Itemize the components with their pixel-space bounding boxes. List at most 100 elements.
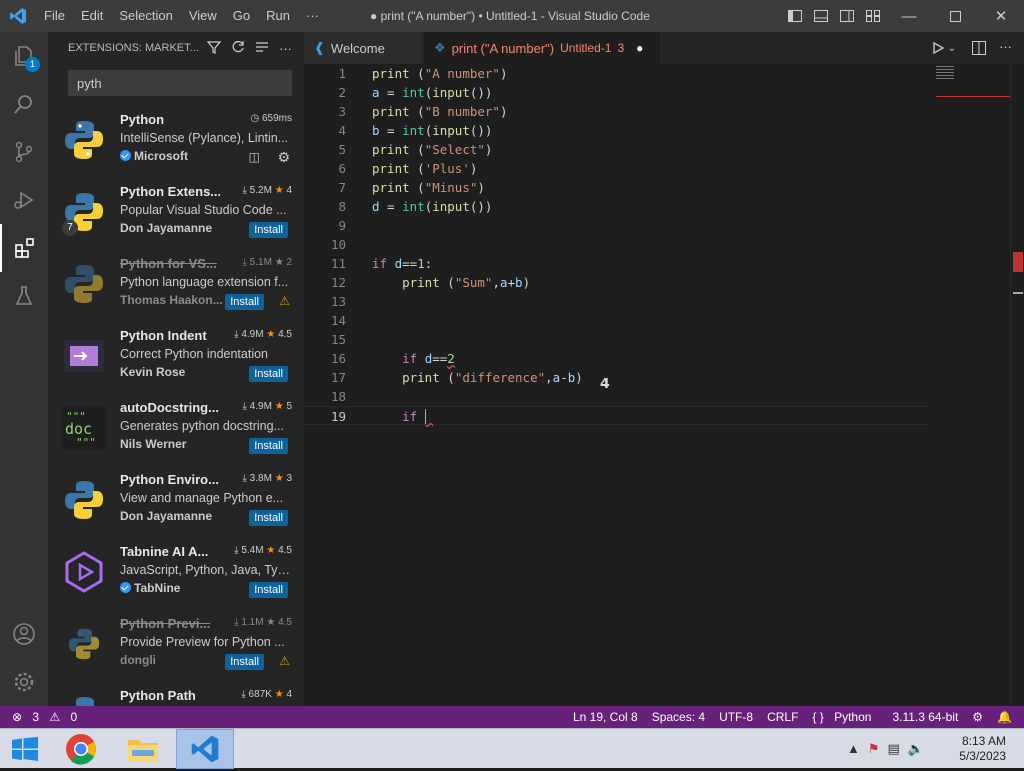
- run-debug-icon[interactable]: [0, 176, 48, 224]
- menu-edit[interactable]: Edit: [73, 0, 111, 32]
- star-icon: ★: [266, 617, 276, 628]
- extension-item-python-for-vscode[interactable]: Python for VS... ⤓ 5.1M ★ 2 Python langu…: [48, 248, 304, 320]
- extensions-icon[interactable]: [0, 224, 48, 272]
- tab-welcome[interactable]: ❰ Welcome: [304, 32, 422, 64]
- minimize-icon[interactable]: —: [886, 0, 932, 32]
- menu-bar: File Edit Selection View Go Run ···: [36, 0, 327, 32]
- line-ending[interactable]: CRLF: [760, 710, 805, 724]
- refresh-icon[interactable]: [231, 40, 245, 57]
- extension-item-python-preview[interactable]: Python Previ... ⤓ 1.1M ★ 4.5 Provide Pre…: [48, 608, 304, 680]
- source-control-icon[interactable]: [0, 128, 48, 176]
- run-python-file-icon[interactable]: ⌄: [932, 32, 956, 64]
- windows-start-icon[interactable]: [12, 737, 38, 766]
- encoding[interactable]: UTF-8: [712, 710, 760, 724]
- clear-results-icon[interactable]: [255, 40, 269, 57]
- split-editor-icon[interactable]: [972, 41, 986, 60]
- maximize-icon[interactable]: [932, 0, 978, 32]
- extension-item-python[interactable]: Python ◷ 659ms IntelliSense (Pylance), L…: [48, 104, 304, 176]
- indentation[interactable]: Spaces: 4: [645, 710, 712, 724]
- editor-tabs: ❰ Welcome ❖ print ("A number") Untitled-…: [304, 32, 1024, 64]
- extension-item-python-path[interactable]: Python Path ⤓ 687K ★ 4: [48, 680, 304, 706]
- search-icon[interactable]: [0, 80, 48, 128]
- code-line: 10: [330, 237, 346, 252]
- extension-item-python-extension-pack[interactable]: 7 Python Extens... ⤓ 5.2M ★ 4 Popular Vi…: [48, 176, 304, 248]
- tab-untitled-1[interactable]: ❖ print ("A number") Untitled-1 3 ●: [424, 32, 660, 64]
- split-view-icon[interactable]: ◫: [249, 150, 260, 164]
- tray-chevron-icon[interactable]: ▲: [847, 741, 860, 757]
- extensions-search-input[interactable]: pyth: [68, 70, 292, 96]
- language-mode[interactable]: { } Python: [805, 710, 885, 724]
- feedback-icon[interactable]: ⚙: [965, 710, 990, 724]
- volume-muted-icon[interactable]: 🔈: [908, 741, 924, 757]
- editor-scrollbar[interactable]: [1010, 64, 1024, 706]
- extension-item-autodocstring[interactable]: """ doc """ autoDocstring... ⤓ 4.9M ★ 5 Ge…: [48, 392, 304, 464]
- testing-icon[interactable]: [0, 272, 48, 320]
- extension-publisher: Kevin Rose: [120, 365, 186, 379]
- install-button[interactable]: Install: [249, 438, 288, 454]
- install-button[interactable]: Install: [249, 582, 288, 598]
- extension-name: Tabnine AI A...: [120, 544, 209, 559]
- warning-icon[interactable]: ⚠: [279, 294, 290, 308]
- gear-icon[interactable]: ⚙: [277, 149, 290, 166]
- warning-icon[interactable]: ⚠: [279, 654, 290, 668]
- extension-description: Python language extension f...: [120, 275, 289, 289]
- menu-file[interactable]: File: [36, 0, 73, 32]
- verified-icon: [120, 150, 131, 161]
- more-actions-icon[interactable]: ···: [279, 41, 292, 56]
- menu-more[interactable]: ···: [298, 0, 327, 32]
- install-button[interactable]: Install: [249, 366, 288, 382]
- editor-more-actions-icon[interactable]: ···: [999, 39, 1012, 54]
- unsaved-dot-icon[interactable]: ●: [636, 41, 643, 55]
- star-icon: ★: [274, 689, 284, 700]
- code-editor[interactable]: 1 print ("A number") 2a = int(input()) 3p…: [304, 64, 1024, 706]
- action-center-icon[interactable]: ⚑: [868, 741, 880, 757]
- extension-publisher: Don Jayamanne: [120, 221, 213, 235]
- activation-time: ◷ 659ms: [250, 113, 292, 124]
- cursor-position[interactable]: Ln 19, Col 8: [566, 710, 645, 724]
- menu-run[interactable]: Run: [258, 0, 298, 32]
- python-file-icon: ❖: [434, 40, 446, 55]
- accounts-icon[interactable]: [0, 610, 48, 658]
- tab-label: print ("A number"): [451, 40, 555, 56]
- install-button[interactable]: Install: [249, 222, 288, 238]
- code-line: 2a = int(input()): [338, 85, 493, 100]
- minimap-error-marker: [936, 96, 1010, 97]
- extension-description: Provide Preview for Python ...: [120, 635, 285, 649]
- network-icon[interactable]: ▤: [888, 741, 900, 757]
- extension-publisher: Microsoft: [120, 149, 240, 163]
- minimap[interactable]: [936, 66, 954, 80]
- menu-go[interactable]: Go: [225, 0, 258, 32]
- extension-stats: ⤓ 4.9M ★ 4.5: [234, 329, 292, 340]
- notifications-bell-icon[interactable]: 🔔: [990, 710, 1024, 724]
- toggle-secondary-sidebar-icon[interactable]: [834, 0, 860, 32]
- explorer-icon[interactable]: 1: [0, 32, 48, 80]
- manage-gear-icon[interactable]: [0, 658, 48, 706]
- install-button[interactable]: Install: [249, 510, 288, 526]
- install-button[interactable]: Install: [225, 294, 264, 310]
- activity-bar: 1: [0, 32, 48, 706]
- chrome-icon[interactable]: [64, 732, 98, 771]
- python-interpreter[interactable]: 3.11.3 64-bit: [885, 710, 965, 724]
- clock[interactable]: 8:13 AM 5/3/2023: [959, 734, 1006, 764]
- code-line: 13: [330, 294, 346, 309]
- extension-stats: ⤓ 3.8M ★ 3: [242, 473, 292, 484]
- install-button[interactable]: Install: [225, 654, 264, 670]
- extension-item-tabnine[interactable]: Tabnine AI A... ⤓ 5.4M ★ 4.5 JavaScript,…: [48, 536, 304, 608]
- extension-item-python-environment[interactable]: Python Enviro... ⤓ 3.8M ★ 3 View and man…: [48, 464, 304, 536]
- vscode-taskbar-icon[interactable]: [176, 729, 234, 769]
- menu-view[interactable]: View: [181, 0, 225, 32]
- menu-selection[interactable]: Selection: [111, 0, 180, 32]
- toggle-panel-icon[interactable]: [808, 0, 834, 32]
- close-window-icon[interactable]: ✕: [978, 0, 1024, 32]
- filter-icon[interactable]: [206, 40, 222, 57]
- tab-problem-count: 3: [617, 41, 625, 55]
- code-line: 14: [330, 313, 346, 328]
- file-explorer-icon[interactable]: [126, 734, 160, 769]
- star-icon: ★: [274, 473, 284, 484]
- customize-layout-icon[interactable]: [860, 0, 886, 32]
- code-line: 7 print ("Minus"): [338, 180, 485, 195]
- toggle-primary-sidebar-icon[interactable]: [782, 0, 808, 32]
- problems-indicator[interactable]: ⊗ 3 ⚠ 0: [0, 710, 91, 724]
- python-logo-icon: [62, 118, 106, 162]
- extension-item-python-indent[interactable]: Python Indent ⤓ 4.9M ★ 4.5 Correct Pytho…: [48, 320, 304, 392]
